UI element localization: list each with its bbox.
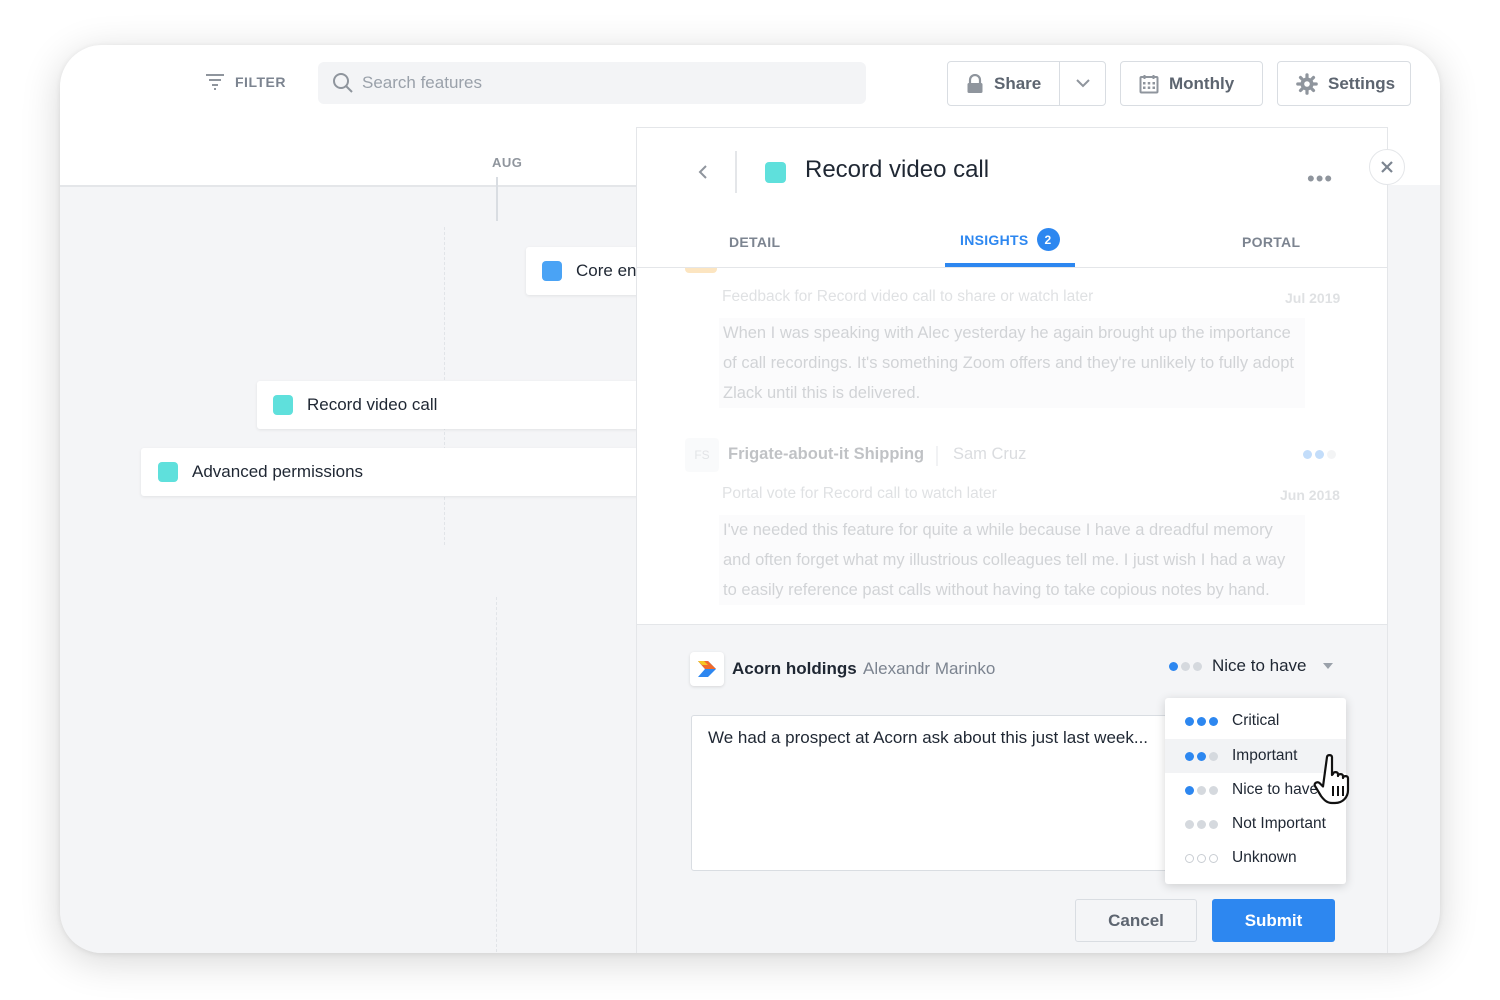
composer-person: Alexandr Marinko: [863, 659, 996, 678]
panel-tabs: DETAIL INSIGHTS 2 PORTAL: [637, 226, 1387, 268]
gear-icon: [1296, 72, 1318, 95]
settings-button[interactable]: Settings: [1277, 61, 1411, 106]
grid-line: [496, 597, 497, 953]
cancel-button[interactable]: Cancel: [1075, 899, 1197, 942]
insight-date: Jun 2018: [1280, 487, 1340, 503]
composer-company: Acorn holdings: [732, 659, 857, 678]
insight-note-input[interactable]: We had a prospect at Acorn ask about thi…: [691, 715, 1181, 871]
search-box[interactable]: [318, 62, 866, 104]
hand-pointer-icon: [1313, 754, 1350, 805]
feature-label: Advanced permissions: [192, 462, 364, 481]
feature-color-swatch: [542, 261, 562, 281]
more-options-icon[interactable]: •••: [1307, 166, 1333, 192]
lock-icon: [967, 73, 983, 93]
priority-dot: [1315, 450, 1324, 459]
priority-dot: [1303, 450, 1312, 459]
feature-card-record-video-call[interactable]: Record video call: [257, 381, 666, 429]
chevron-left-icon: [698, 165, 707, 179]
share-button[interactable]: Share: [948, 62, 1060, 105]
insight-subtitle: Portal vote for Record call to watch lat…: [722, 485, 997, 502]
priority-select[interactable]: Nice to have: [1169, 656, 1333, 676]
insight-priority-dots: [1303, 450, 1336, 459]
insight-quote: When I was speaking with Alec yesterday …: [719, 318, 1305, 408]
insight-subtitle: Feedback for Record video call to share …: [722, 288, 1094, 305]
priority-dots: [1169, 661, 1202, 671]
search-input[interactable]: [362, 73, 842, 93]
company-avatar: FS: [685, 438, 719, 472]
back-button[interactable]: [693, 160, 713, 184]
tab-detail[interactable]: DETAIL: [729, 234, 780, 250]
calendar-icon: [1139, 74, 1159, 93]
feature-card-advanced-permissions[interactable]: Advanced permissions: [141, 448, 666, 496]
tab-portal[interactable]: PORTAL: [1242, 234, 1300, 250]
feature-color-swatch: [158, 462, 178, 482]
roadmap-timeline: Core en Record video call Advanced permi…: [60, 185, 666, 953]
insights-count-badge: 2: [1036, 228, 1060, 251]
insight-avatar-strip: [685, 268, 717, 273]
insight-person: Sam Cruz: [953, 445, 1027, 463]
insight-quote: I've needed this feature for quite a whi…: [719, 515, 1305, 605]
insight-company: Frigate-about-it Shipping: [728, 445, 925, 463]
feature-label: Core en: [576, 261, 637, 280]
settings-label: Settings: [1328, 73, 1396, 93]
filter-button[interactable]: FILTER: [205, 73, 286, 91]
priority-value: Nice to have: [1212, 656, 1307, 675]
feature-color-swatch: [765, 162, 786, 183]
tab-insights[interactable]: INSIGHTS 2: [960, 228, 1060, 251]
month-label: AUG: [492, 155, 523, 170]
priority-option-not-important[interactable]: Not Important: [1165, 807, 1346, 841]
active-tab-indicator: [945, 263, 1075, 267]
month-tick: [496, 177, 498, 221]
insight-date: Jul 2019: [1285, 290, 1341, 306]
chevron-down-icon: [1075, 79, 1090, 88]
tab-label: INSIGHTS: [960, 231, 1029, 248]
app-window: FILTER Share: [60, 45, 1440, 953]
priority-dot: [1327, 450, 1336, 459]
acorn-logo-icon: [698, 661, 716, 677]
header-divider: [735, 151, 737, 193]
insight-separator: [936, 446, 938, 466]
company-logo: [690, 652, 724, 686]
priority-option-critical[interactable]: Critical: [1165, 704, 1346, 738]
filter-icon: [206, 74, 224, 90]
feature-label: Record video call: [307, 395, 438, 414]
share-button-group: Share: [947, 61, 1106, 106]
filter-label: FILTER: [235, 74, 286, 90]
share-options-button[interactable]: [1060, 79, 1105, 88]
submit-button[interactable]: Submit: [1212, 899, 1335, 942]
share-label: Share: [994, 73, 1042, 93]
panel-title: Record video call: [805, 156, 990, 183]
monthly-button[interactable]: Monthly: [1120, 61, 1263, 106]
feature-color-swatch: [273, 395, 293, 415]
insight-composer: Acorn holdings Alexandr Marinko Nice to …: [637, 624, 1387, 953]
caret-down-icon: [1322, 663, 1333, 669]
panel-header: Record video call ••• DETAIL INSIGHTS 2 …: [637, 128, 1387, 268]
insights-list: Feedback for Record video call to share …: [637, 268, 1387, 624]
close-icon: [1381, 161, 1393, 173]
monthly-label: Monthly: [1169, 73, 1235, 93]
priority-option-unknown[interactable]: Unknown: [1165, 841, 1346, 875]
close-panel-button[interactable]: [1369, 149, 1405, 185]
feature-detail-panel: Record video call ••• DETAIL INSIGHTS 2 …: [636, 127, 1388, 953]
search-icon: [333, 73, 353, 93]
